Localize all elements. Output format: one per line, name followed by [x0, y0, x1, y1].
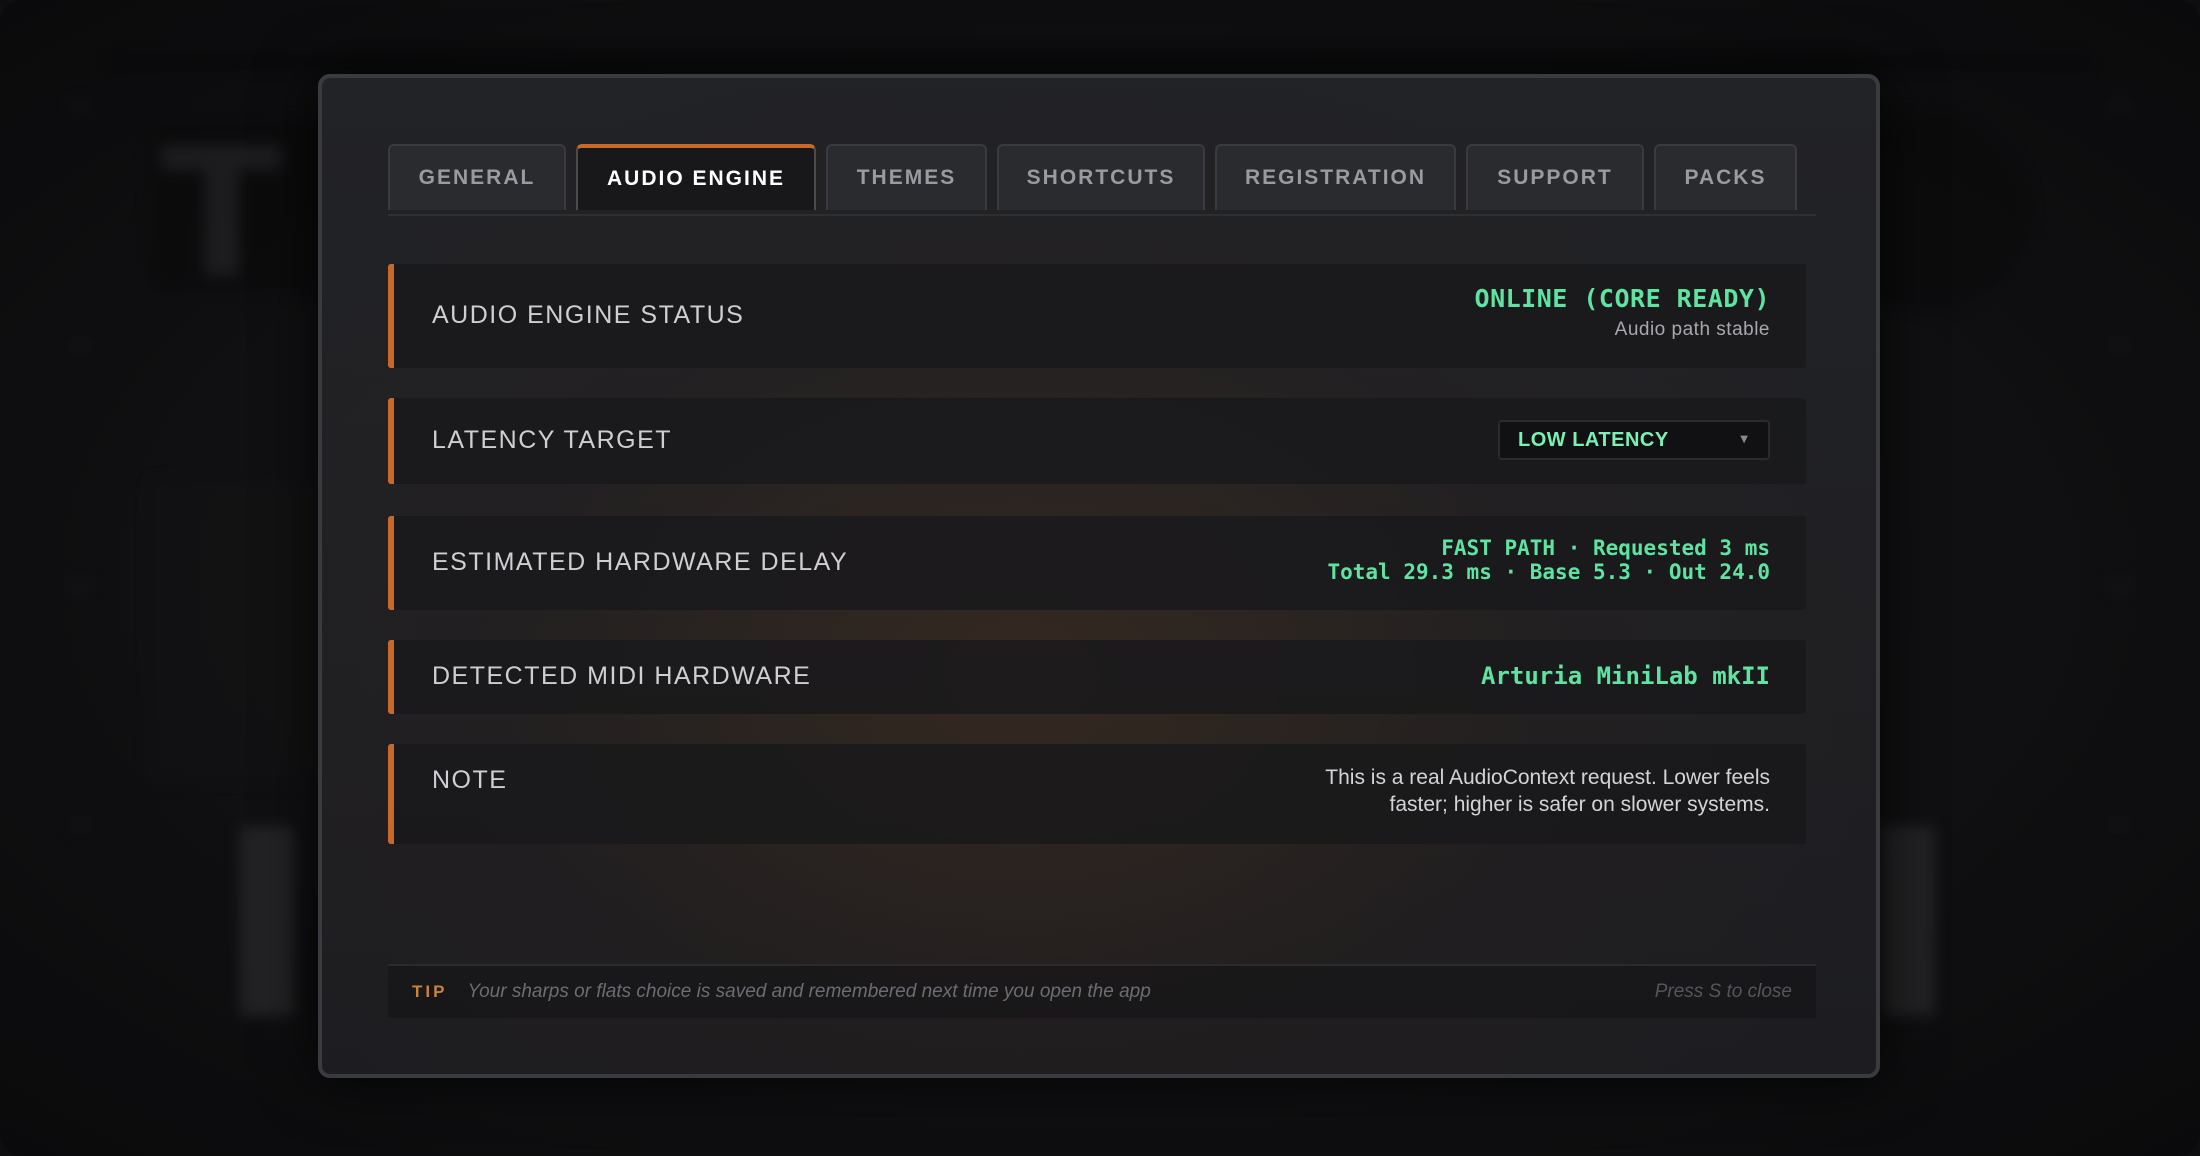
hardware-delay-label: ESTIMATED HARDWARE DELAY: [432, 548, 849, 576]
chevron-down-icon: ▼: [1740, 434, 1748, 445]
latency-target-selected-value: LOW LATENCY: [1518, 428, 1669, 451]
tab-audio-engine[interactable]: AUDIO ENGINE: [576, 144, 816, 210]
note-label: NOTE: [432, 766, 508, 794]
tab-registration[interactable]: REGISTRATION: [1215, 144, 1456, 210]
hardware-delay-path: FAST PATH · Requested 3 ms: [1441, 536, 1770, 560]
settings-tabs: GENERAL AUDIO ENGINE THEMES SHORTCUTS RE…: [388, 144, 1816, 216]
tip-bar: TIP Your sharps or flats choice is saved…: [388, 964, 1816, 1018]
note-row: NOTE This is a real AudioContext request…: [388, 744, 1806, 844]
tab-support[interactable]: SUPPORT: [1466, 144, 1644, 210]
audio-engine-status-row: AUDIO ENGINE STATUS ONLINE (CORE READY) …: [388, 264, 1806, 368]
latency-target-label: LATENCY TARGET: [432, 426, 673, 454]
midi-device-name: Arturia MiniLab mkII: [1481, 662, 1770, 690]
tip-label: TIP: [412, 982, 448, 1001]
app-window: T GENERAL AUDIO ENGINE THEMES SHORTCUTS …: [0, 0, 2200, 1156]
note-text-group: This is a real AudioContext request. Low…: [1325, 764, 1770, 818]
hardware-delay-row: ESTIMATED HARDWARE DELAY FAST PATH · Req…: [388, 516, 1806, 610]
audio-engine-status-detail: Audio path stable: [1614, 319, 1770, 340]
close-hint: Press S to close: [1654, 981, 1792, 1002]
audio-engine-status-label: AUDIO ENGINE STATUS: [432, 301, 745, 329]
midi-hardware-label: DETECTED MIDI HARDWARE: [432, 662, 812, 690]
note-text-line-1: This is a real AudioContext request. Low…: [1325, 766, 1770, 789]
audio-engine-status-value: ONLINE (CORE READY): [1474, 284, 1770, 313]
note-text-line-2: faster; higher is safer on slower system…: [1389, 793, 1770, 816]
latency-target-row: LATENCY TARGET LOW LATENCY ▼: [388, 398, 1806, 484]
midi-hardware-value-group: Arturia MiniLab mkII: [1481, 662, 1770, 690]
midi-hardware-row: DETECTED MIDI HARDWARE Arturia MiniLab m…: [388, 640, 1806, 714]
latency-target-select[interactable]: LOW LATENCY ▼: [1498, 420, 1770, 460]
hardware-delay-breakdown: Total 29.3 ms · Base 5.3 · Out 24.0: [1327, 560, 1770, 584]
tab-shortcuts[interactable]: SHORTCUTS: [997, 144, 1205, 210]
tab-general[interactable]: GENERAL: [388, 144, 566, 210]
audio-engine-status-value-group: ONLINE (CORE READY) Audio path stable: [1475, 284, 1770, 341]
tab-packs[interactable]: PACKS: [1654, 144, 1797, 210]
settings-modal: GENERAL AUDIO ENGINE THEMES SHORTCUTS RE…: [318, 74, 1880, 1078]
tip-text: Your sharps or flats choice is saved and…: [467, 981, 1151, 1002]
hardware-delay-value-group: FAST PATH · Requested 3 ms Total 29.3 ms…: [1327, 536, 1770, 584]
tab-themes[interactable]: THEMES: [826, 144, 987, 210]
